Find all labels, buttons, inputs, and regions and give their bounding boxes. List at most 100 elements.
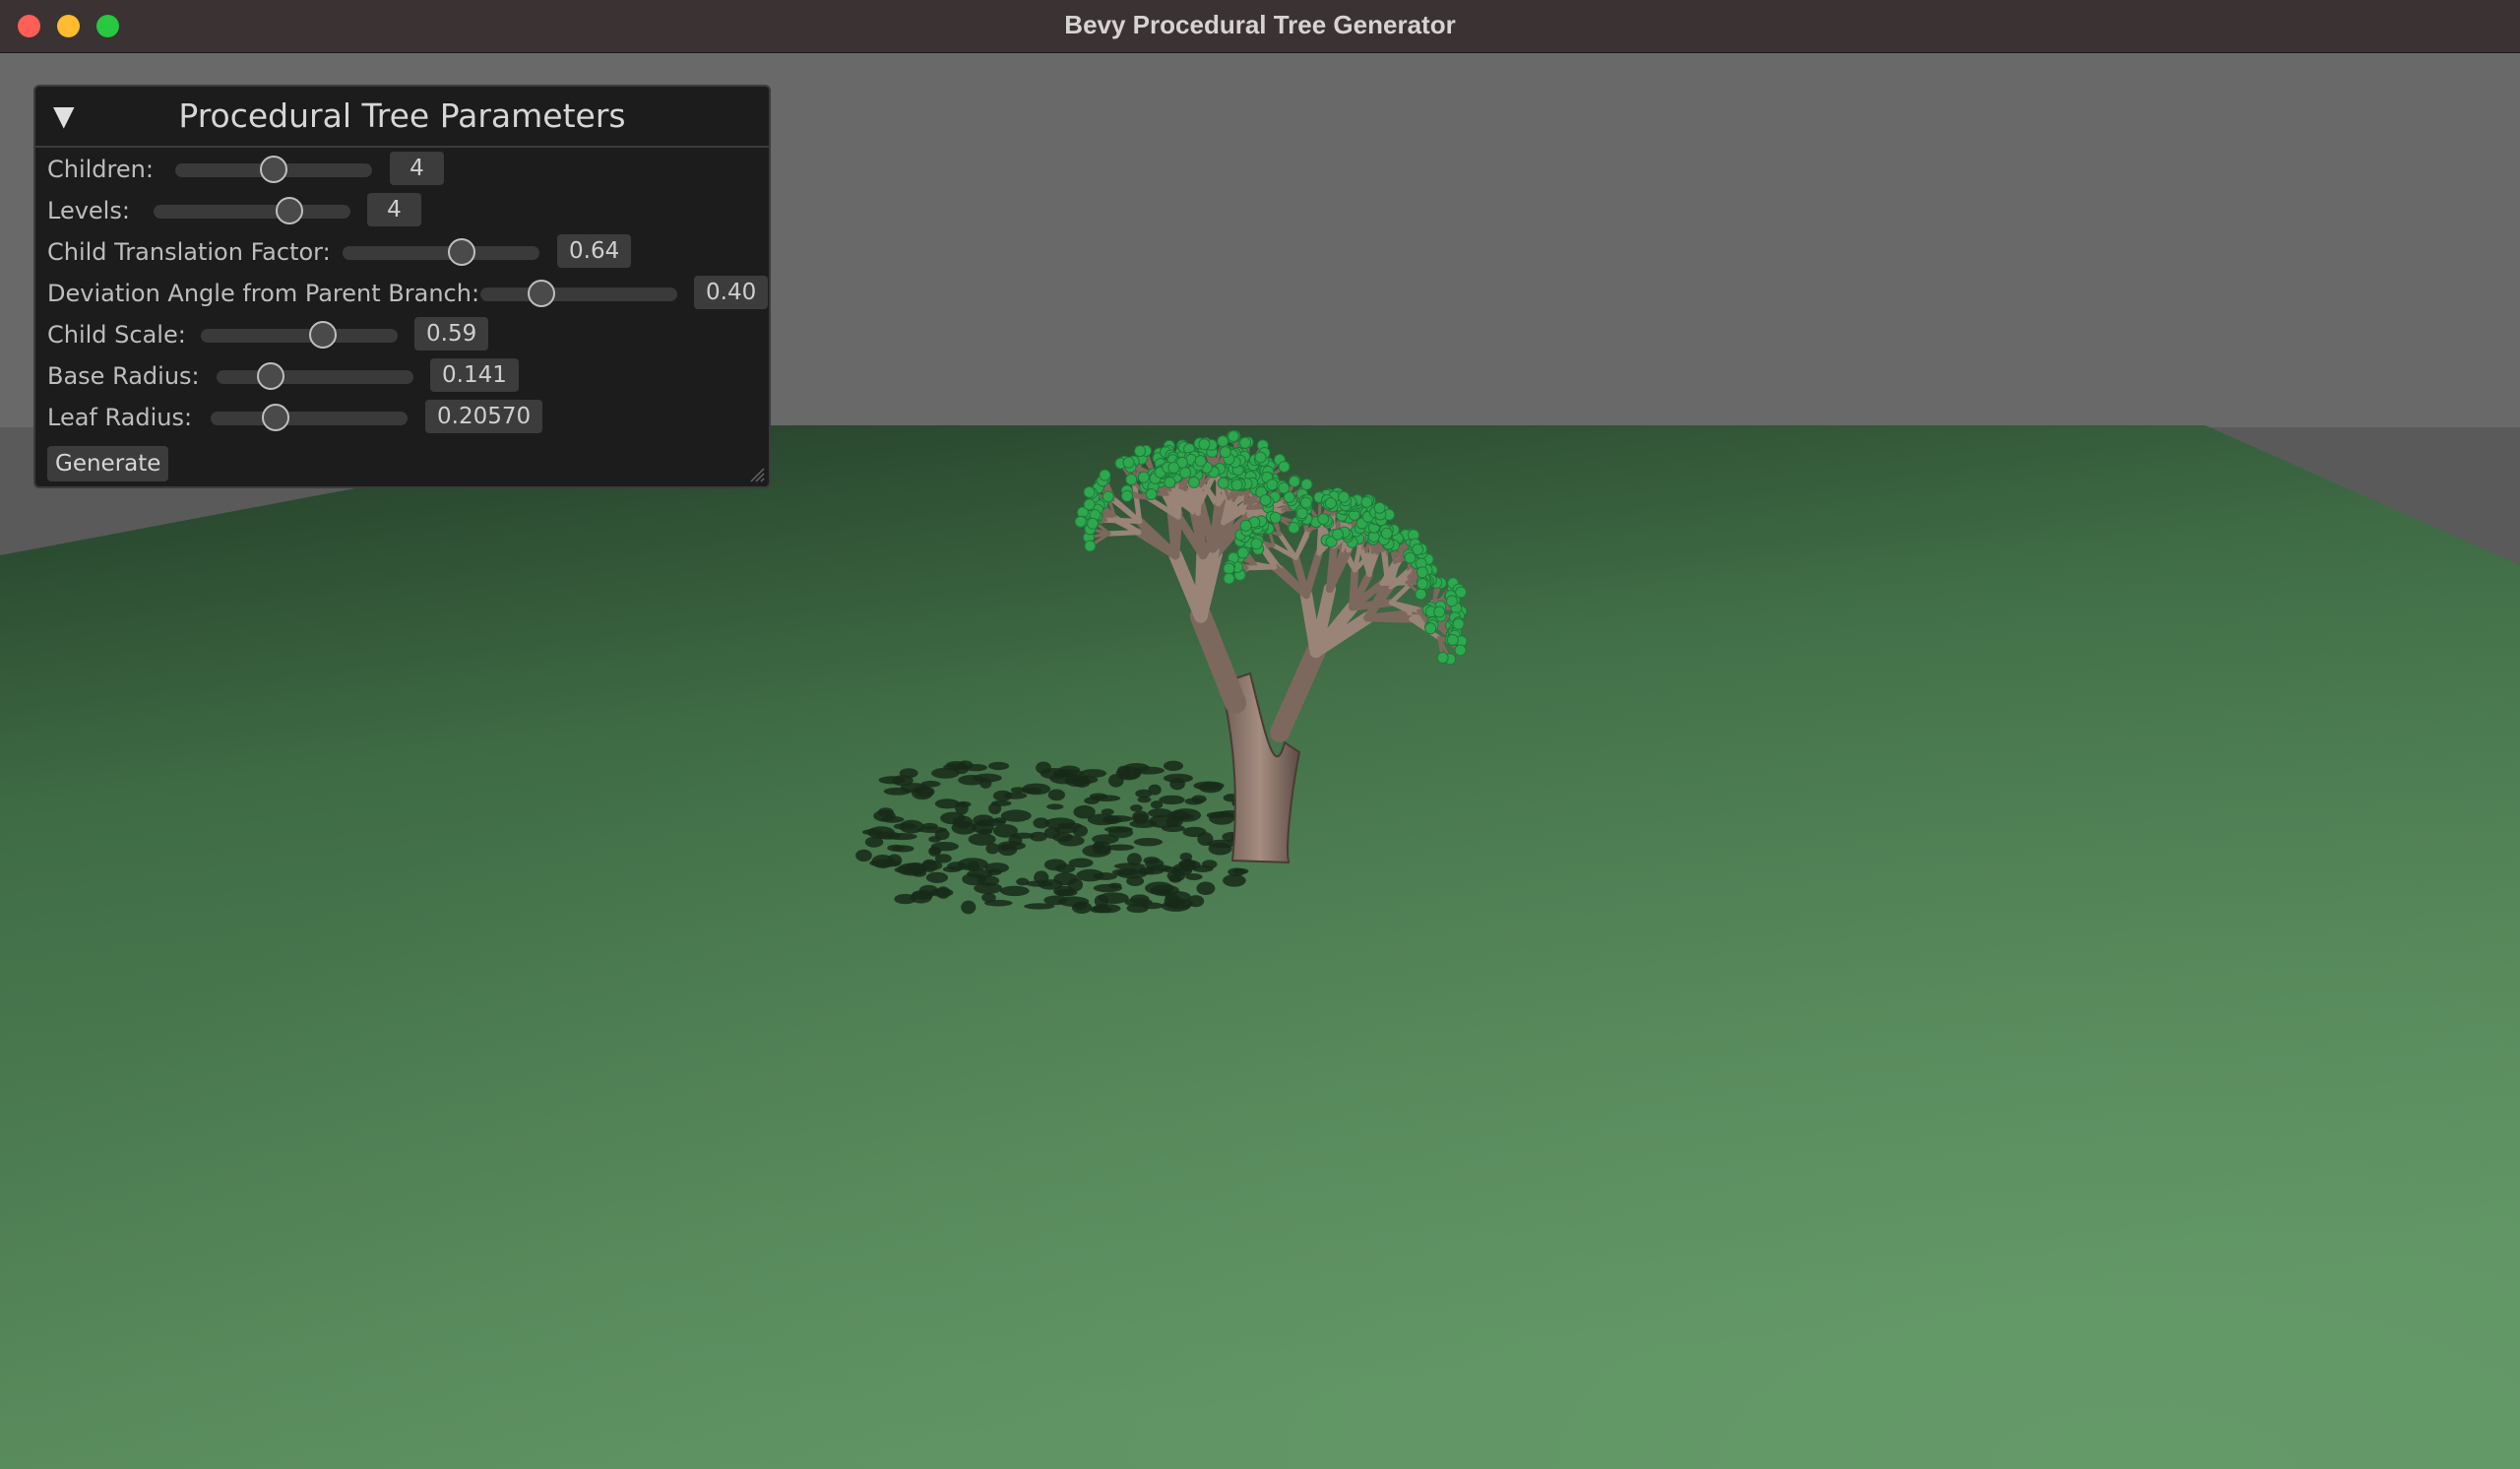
leaf	[1446, 633, 1459, 646]
shadow-blotch	[964, 763, 987, 772]
leaf	[1219, 446, 1231, 459]
shadow-blotch	[973, 814, 994, 827]
leaf	[1404, 551, 1417, 564]
deviation-angle-slider[interactable]	[480, 280, 677, 307]
shadow-blotch	[1163, 760, 1183, 771]
window-title: Bevy Procedural Tree Generator	[1064, 10, 1456, 39]
shadow-blotch	[981, 892, 996, 903]
children-slider[interactable]	[175, 156, 372, 183]
child-scale-value-field[interactable]: 0.59	[414, 317, 489, 351]
leaf-radius-slider[interactable]	[211, 404, 408, 431]
slider-knob[interactable]	[448, 238, 475, 266]
leaf	[1424, 622, 1437, 635]
leaf	[1179, 467, 1192, 479]
child-translation-factor-value-field[interactable]: 0.64	[557, 234, 632, 268]
shadow-blotch	[1055, 888, 1078, 897]
leaf	[1198, 438, 1211, 451]
shadow-blotch	[1187, 895, 1205, 908]
leaf	[1452, 617, 1465, 630]
slider-knob[interactable]	[257, 362, 284, 390]
child-translation-factor-slider[interactable]	[343, 238, 539, 266]
shadow-blotch	[1182, 826, 1207, 838]
slider-knob[interactable]	[528, 280, 555, 307]
branch-segment	[1349, 566, 1359, 611]
shadow-blotch	[928, 836, 942, 843]
shadow-blotch	[1126, 875, 1145, 886]
leaf	[1227, 430, 1239, 443]
shadow-blotch	[1107, 774, 1124, 788]
shadow-blotch	[1084, 797, 1100, 805]
shadow-blotch	[1068, 858, 1094, 868]
leaf	[1125, 474, 1138, 486]
shadow-blotch	[921, 859, 938, 872]
shadow-blotch	[930, 841, 959, 852]
shadow-blotch	[1130, 894, 1150, 905]
shadow-blotch	[912, 889, 934, 900]
leaf	[1299, 496, 1312, 509]
children-value-field[interactable]: 4	[390, 152, 444, 185]
leaf	[1455, 586, 1468, 599]
shadow-blotch	[967, 861, 979, 872]
leaf	[1278, 460, 1291, 473]
slider-knob[interactable]	[260, 156, 287, 183]
tree-parameters-panel[interactable]: ▼ Procedural Tree Parameters Children: 4…	[33, 85, 771, 488]
shadow-blotch	[878, 776, 906, 785]
slider-knob[interactable]	[262, 404, 289, 431]
shadow-blotch	[968, 833, 996, 846]
slider-knob[interactable]	[276, 197, 303, 224]
shadow-blotch	[1016, 877, 1030, 886]
shadow-blotch	[1166, 816, 1183, 828]
levels-value-field[interactable]: 4	[367, 193, 421, 226]
shadow-blotch	[1111, 868, 1139, 876]
panel-title: Procedural Tree Parameters	[178, 96, 626, 135]
param-label: Child Translation Factor:	[47, 238, 331, 266]
leaf	[1236, 546, 1249, 559]
base-radius-value-field[interactable]: 0.141	[430, 358, 519, 392]
shadow-blotch	[1117, 765, 1131, 776]
leaf-radius-value-field[interactable]: 0.20570	[425, 400, 543, 433]
base-radius-slider[interactable]	[217, 362, 413, 390]
slider-knob[interactable]	[309, 321, 337, 349]
shadow-blotch	[1052, 769, 1084, 778]
title-bar: Bevy Procedural Tree Generator	[0, 0, 2520, 53]
shadow-blotch	[998, 844, 1012, 852]
leaf	[1266, 479, 1279, 491]
leaf	[1122, 456, 1135, 469]
shadow-blotch	[1113, 862, 1146, 870]
child-scale-slider[interactable]	[201, 321, 398, 349]
shadow-blotch	[979, 778, 992, 789]
levels-slider[interactable]	[154, 197, 350, 224]
leaf	[1300, 479, 1313, 491]
shadow-blotch	[961, 900, 976, 915]
shadow-blotch	[1008, 834, 1023, 847]
deviation-angle-value-field[interactable]: 0.40	[694, 276, 769, 309]
leaf	[1083, 498, 1096, 511]
shadow-blotch	[1172, 863, 1189, 873]
leaf	[1194, 455, 1207, 468]
leaf	[1083, 485, 1096, 498]
leaf	[1317, 513, 1330, 526]
shadow-blotch	[1107, 827, 1134, 839]
resize-grip-icon[interactable]	[747, 465, 765, 482]
leaf	[1380, 527, 1393, 540]
app-window: Bevy Procedural Tree Generator ▼ Procedu…	[0, 0, 2520, 1469]
leaf	[1288, 475, 1300, 487]
leaf	[1250, 538, 1263, 550]
leaf	[1259, 494, 1272, 507]
leaf	[1164, 476, 1176, 488]
panel-header[interactable]: ▼ Procedural Tree Parameters	[35, 87, 769, 148]
shadow-blotch	[1159, 795, 1185, 805]
leaf	[1324, 497, 1337, 510]
shadow-blotch	[899, 819, 924, 834]
shadow-blotch	[930, 888, 954, 897]
shadow-blotch	[1168, 874, 1182, 883]
shadow-blotch	[986, 868, 1002, 876]
leaf	[1416, 566, 1428, 579]
generate-button[interactable]: Generate	[47, 446, 169, 481]
shadow-blotch	[1145, 881, 1174, 895]
leaf	[1373, 501, 1386, 514]
leaf	[1223, 562, 1235, 575]
shadow-blotch	[880, 815, 905, 823]
shadow-blotch	[1087, 813, 1117, 826]
leaf	[1145, 487, 1158, 500]
